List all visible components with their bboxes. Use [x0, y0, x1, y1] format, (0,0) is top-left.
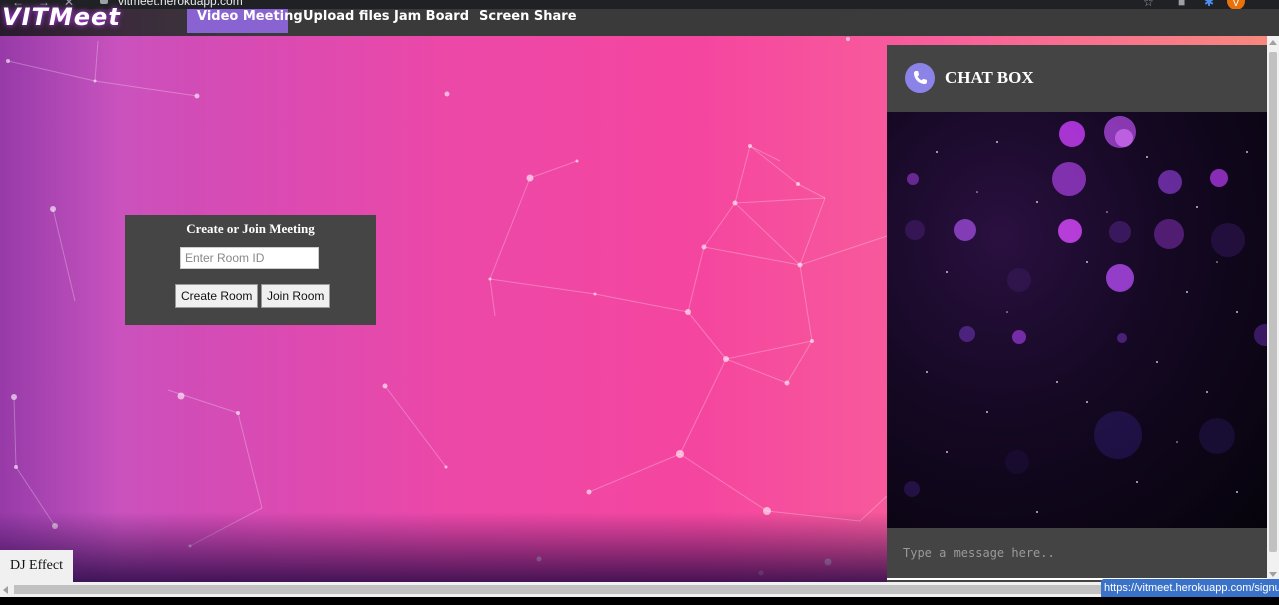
create-room-button[interactable]: Create Room [175, 284, 259, 308]
meeting-panel: Create or Join Meeting Create Room Join … [125, 215, 376, 325]
scroll-down-icon[interactable] [1269, 572, 1277, 577]
nav-jam-board[interactable]: Jam Board [384, 9, 479, 33]
chat-messages-area [887, 112, 1267, 528]
phone-icon[interactable] [905, 63, 935, 93]
site-navbar: VITMeet Video Meeting Upload files Jam B… [0, 3, 1279, 36]
nav-screen-share[interactable]: Screen Share [469, 9, 587, 33]
puzzle-icon[interactable]: ✱ [1204, 0, 1214, 9]
vertical-scroll-thumb[interactable] [1269, 52, 1277, 552]
dj-effect-button[interactable]: DJ Effect [0, 550, 73, 582]
scroll-left-icon[interactable] [3, 586, 8, 594]
horizontal-scrollbar[interactable] [0, 582, 1279, 597]
nav-video-meeting[interactable]: Video Meeting [187, 9, 303, 33]
chat-message-input[interactable] [887, 528, 1267, 578]
vertical-scrollbar[interactable] [1267, 36, 1279, 582]
chat-header: CHAT BOX [887, 45, 1267, 112]
extension-icon[interactable]: ■ [1178, 0, 1185, 9]
join-room-button[interactable]: Join Room [261, 284, 331, 308]
bokeh-background [904, 116, 1267, 513]
star-icon[interactable]: ☆ [1143, 0, 1154, 9]
horizontal-scroll-thumb[interactable] [14, 585, 1104, 594]
scroll-up-icon[interactable] [1269, 40, 1277, 45]
chat-title: CHAT BOX [945, 68, 1034, 87]
site-logo[interactable]: VITMeet [2, 3, 121, 31]
room-id-input[interactable] [180, 247, 319, 269]
browser-toolbar: ← → ✕ vitmeet.herokuapp.com ☆ ■ ✱ V [0, 0, 1279, 9]
meeting-panel-title: Create or Join Meeting [186, 221, 315, 236]
chat-box: CHAT BOX [887, 45, 1267, 582]
address-bar[interactable]: vitmeet.herokuapp.com [118, 0, 243, 8]
profile-avatar[interactable]: V [1227, 0, 1245, 9]
status-bar-url: https://vitmeet.herokuapp.com/signup [1101, 579, 1279, 597]
